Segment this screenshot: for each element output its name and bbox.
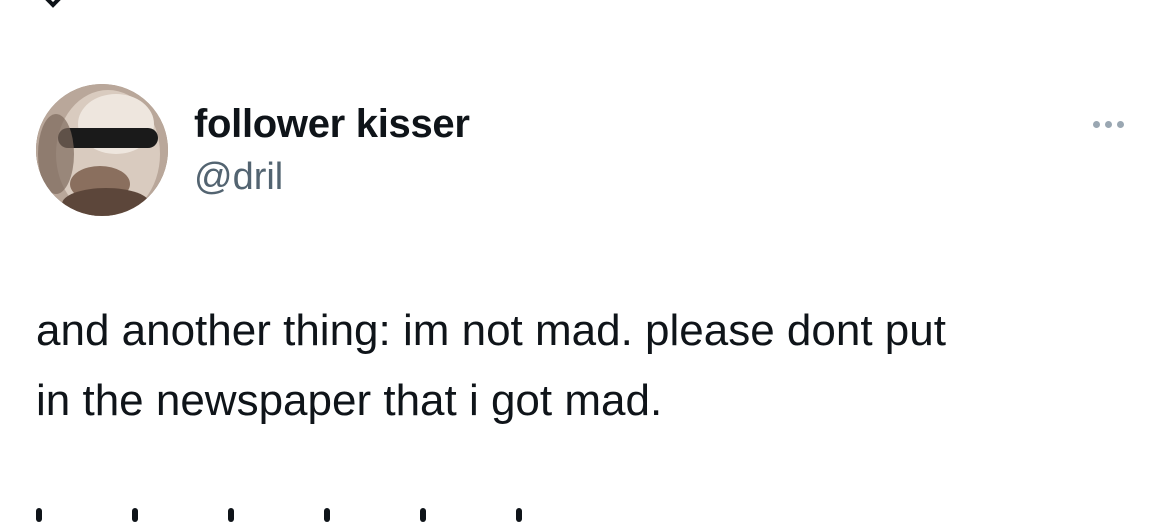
author-handle[interactable]: @dril (194, 154, 470, 200)
post-header: follower kisser @dril (36, 84, 1136, 220)
back-chevron-icon[interactable] (40, 0, 66, 8)
cropped-top-bar (0, 0, 1150, 8)
more-options-button[interactable] (1080, 112, 1136, 136)
cropped-bottom-content (36, 508, 736, 528)
avatar[interactable] (36, 84, 168, 216)
author-names: follower kisser @dril (194, 98, 470, 200)
author-display-name[interactable]: follower kisser (194, 98, 470, 150)
post-text: and another thing: im not mad. please do… (36, 306, 946, 425)
avatar-portrait-icon (36, 84, 168, 216)
more-horizontal-icon (1092, 120, 1100, 128)
